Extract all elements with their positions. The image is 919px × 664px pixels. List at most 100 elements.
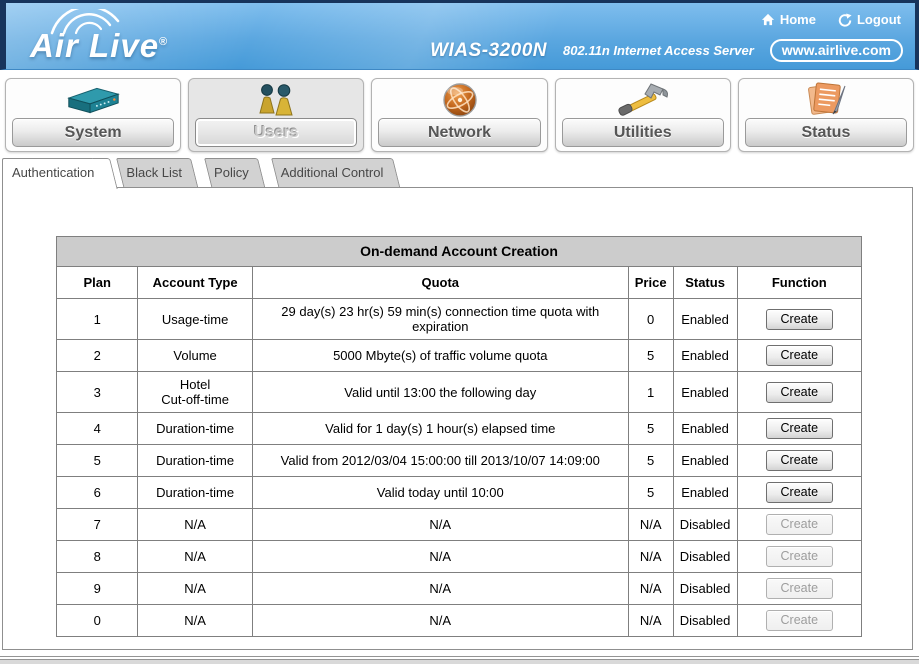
price-cell: N/A	[628, 605, 673, 637]
create-button[interactable]: Create	[766, 345, 834, 366]
status-cell: Disabled	[673, 541, 737, 573]
plan-cell: 0	[57, 605, 138, 637]
brand-name: Air Live®	[30, 27, 168, 65]
logout-label: Logout	[857, 12, 901, 27]
price-cell: 5	[628, 340, 673, 372]
nav-button-status[interactable]: Status	[745, 118, 907, 147]
quota-cell: Valid from 2012/03/04 15:00:00 till 2013…	[252, 445, 628, 477]
price-cell: 1	[628, 372, 673, 413]
create-button[interactable]: Create	[766, 418, 834, 439]
status-cell: Enabled	[673, 477, 737, 509]
plan-cell: 2	[57, 340, 138, 372]
create-button[interactable]: Create	[766, 309, 834, 330]
table-header-row: Plan Account Type Quota Price Status Fun…	[57, 267, 862, 299]
table-title: On-demand Account Creation	[57, 237, 862, 267]
account-type-cell: Duration-time	[138, 445, 252, 477]
create-button[interactable]: Create	[766, 482, 834, 503]
create-button[interactable]: Create	[766, 450, 834, 471]
account-type-cell: Duration-time	[138, 413, 252, 445]
sub-tabs: Authentication Black List Policy Additio…	[2, 158, 405, 188]
tab-authentication[interactable]: Authentication	[2, 158, 112, 188]
nav-card-users[interactable]: Users	[188, 78, 364, 152]
table-row: 1 Usage-time 29 day(s) 23 hr(s) 59 min(s…	[57, 299, 862, 340]
status-cell: Enabled	[673, 372, 737, 413]
quota-cell: N/A	[252, 573, 628, 605]
create-button[interactable]: Create	[766, 382, 834, 403]
status-cell: Disabled	[673, 605, 737, 637]
status-cell: Enabled	[673, 340, 737, 372]
col-header-function: Function	[737, 267, 861, 299]
col-header-type: Account Type	[138, 267, 252, 299]
tab-policy[interactable]: Policy	[204, 158, 267, 188]
account-type-cell: Hotel Cut-off-time	[138, 372, 252, 413]
quota-cell: 29 day(s) 23 hr(s) 59 min(s) connection …	[252, 299, 628, 340]
footer-divider	[0, 656, 919, 664]
quota-cell: 5000 Mbyte(s) of traffic volume quota	[252, 340, 628, 372]
nav-card-system[interactable]: System	[5, 78, 181, 152]
table-row: 5 Duration-time Valid from 2012/03/04 15…	[57, 445, 862, 477]
plan-cell: 4	[57, 413, 138, 445]
price-cell: N/A	[628, 573, 673, 605]
col-header-plan: Plan	[57, 267, 138, 299]
account-type-cell: Usage-time	[138, 299, 252, 340]
price-cell: 5	[628, 413, 673, 445]
content-panel: On-demand Account Creation Plan Account …	[2, 187, 913, 650]
status-cell: Disabled	[673, 509, 737, 541]
status-cell: Enabled	[673, 299, 737, 340]
main-nav: System Users	[0, 70, 919, 158]
col-header-status: Status	[673, 267, 737, 299]
account-type-cell: Volume	[138, 340, 252, 372]
registered-mark: ®	[159, 36, 168, 48]
quota-cell: Valid until 13:00 the following day	[252, 372, 628, 413]
tab-black-list[interactable]: Black List	[116, 158, 200, 188]
model-name: WIAS-3200N	[430, 40, 547, 62]
col-header-quota: Quota	[252, 267, 628, 299]
table-row: 6 Duration-time Valid today until 10:00 …	[57, 477, 862, 509]
create-button: Create	[766, 514, 834, 535]
create-button: Create	[766, 546, 834, 567]
nav-button-utilities[interactable]: Utilities	[562, 118, 724, 147]
quota-cell: N/A	[252, 541, 628, 573]
plan-cell: 8	[57, 541, 138, 573]
quota-cell: N/A	[252, 509, 628, 541]
account-type-cell: Duration-time	[138, 477, 252, 509]
status-cell: Disabled	[673, 573, 737, 605]
account-type-cell: N/A	[138, 541, 252, 573]
table-row: 8 N/A N/A N/A Disabled Create	[57, 541, 862, 573]
account-type-cell: N/A	[138, 605, 252, 637]
home-label: Home	[780, 12, 816, 27]
create-button: Create	[766, 578, 834, 599]
plan-cell: 7	[57, 509, 138, 541]
network-icon	[372, 79, 546, 121]
price-cell: N/A	[628, 541, 673, 573]
plan-cell: 1	[57, 299, 138, 340]
nav-card-network[interactable]: Network	[371, 78, 547, 152]
table-row: 4 Duration-time Valid for 1 day(s) 1 hou…	[57, 413, 862, 445]
header: Air Live® Home Logout WIAS-3200N 802.11n…	[0, 0, 919, 70]
table-row: 7 N/A N/A N/A Disabled Create	[57, 509, 862, 541]
quota-cell: N/A	[252, 605, 628, 637]
plan-cell: 5	[57, 445, 138, 477]
nav-button-network[interactable]: Network	[378, 118, 540, 147]
tab-additional-control[interactable]: Additional Control	[271, 158, 402, 188]
quota-cell: Valid today until 10:00	[252, 477, 628, 509]
users-icon	[189, 79, 363, 121]
on-demand-account-table: On-demand Account Creation Plan Account …	[56, 236, 862, 637]
logout-icon	[838, 13, 852, 27]
account-type-cell: N/A	[138, 509, 252, 541]
website-link[interactable]: www.airlive.com	[770, 39, 903, 62]
account-type-cell: N/A	[138, 573, 252, 605]
table-row: 0 N/A N/A N/A Disabled Create	[57, 605, 862, 637]
table-row: 3 Hotel Cut-off-time Valid until 13:00 t…	[57, 372, 862, 413]
router-icon	[6, 79, 180, 121]
nav-card-status[interactable]: Status	[738, 78, 914, 152]
plan-cell: 6	[57, 477, 138, 509]
logout-link[interactable]: Logout	[838, 12, 901, 27]
price-cell: N/A	[628, 509, 673, 541]
price-cell: 0	[628, 299, 673, 340]
create-button: Create	[766, 610, 834, 631]
nav-button-system[interactable]: System	[12, 118, 174, 147]
nav-card-utilities[interactable]: Utilities	[555, 78, 731, 152]
nav-button-users[interactable]: Users	[195, 118, 357, 147]
home-link[interactable]: Home	[761, 12, 816, 27]
